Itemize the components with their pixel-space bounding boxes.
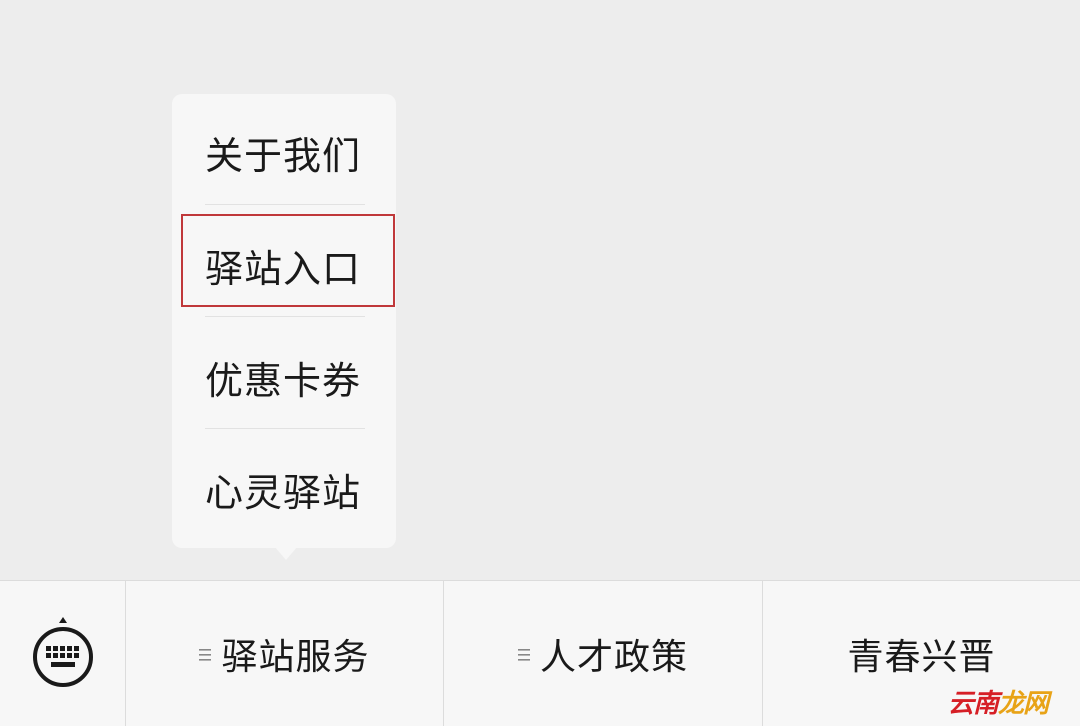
- submenu-divider: [205, 428, 365, 429]
- menu-tab-label: 驿站服务: [221, 636, 370, 678]
- submenu-indicator-icon: [517, 648, 530, 661]
- submenu-item-label: 关于我们: [205, 133, 362, 178]
- submenu-indicator-icon: [199, 648, 212, 661]
- menu-tab-label: 青春兴晋: [847, 636, 996, 678]
- submenu-popup: 关于我们 驿站入口 优惠卡券 心灵驿站: [172, 94, 396, 548]
- keyboard-toggle-button[interactable]: [0, 581, 126, 726]
- highlight-annotation-box: [181, 214, 395, 307]
- submenu-divider: [205, 316, 365, 317]
- submenu-item-label: 心灵驿站: [205, 470, 362, 515]
- submenu-pointer-arrow: [274, 546, 298, 560]
- watermark-text-a: 云南: [948, 689, 999, 719]
- bottom-menu-bar: 驿站服务 人才政策 青春兴晋: [0, 580, 1080, 726]
- submenu-item-soul-station[interactable]: 心灵驿站: [172, 433, 396, 545]
- submenu-item-about-us[interactable]: 关于我们: [172, 96, 396, 208]
- wechat-menu-screen: 关于我们 驿站入口 优惠卡券 心灵驿站 驿站服务 人才政策 青春兴晋 云南龙网: [0, 0, 1080, 726]
- keyboard-icon: [33, 617, 93, 687]
- submenu-item-coupons[interactable]: 优惠卡券: [172, 321, 396, 433]
- watermark-text-b: 龙网: [998, 689, 1049, 719]
- menu-tab-label: 人才政策: [539, 636, 688, 678]
- submenu-divider: [205, 204, 365, 205]
- menu-tab-station-services[interactable]: 驿站服务: [126, 581, 444, 726]
- watermark-logo: 云南龙网: [948, 683, 1049, 720]
- submenu-item-label: 优惠卡券: [205, 358, 362, 403]
- menu-tab-talent-policy[interactable]: 人才政策: [444, 581, 763, 726]
